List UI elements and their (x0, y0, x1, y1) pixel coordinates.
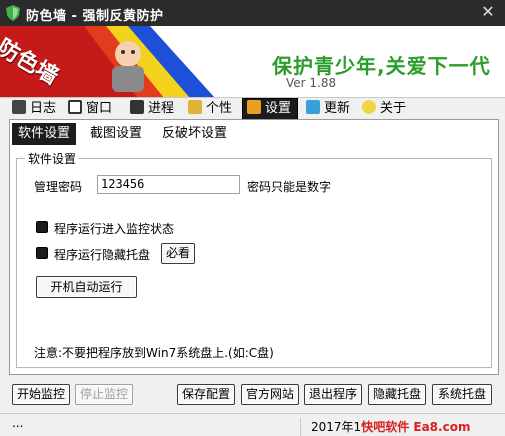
password-hint: 密码只能是数字 (247, 180, 332, 194)
monitor-checkbox-label: 程序运行进入监控状态 (54, 222, 175, 236)
status-date: 2017年1 (311, 420, 362, 434)
hide-tray-button[interactable]: 隐藏托盘 (368, 384, 426, 405)
close-button[interactable]: ✕ (479, 2, 497, 22)
hide-tray-checkbox[interactable] (36, 247, 48, 259)
version-label: Ver 1.88 (286, 76, 337, 90)
autostart-button[interactable]: 开机自动运行 (36, 276, 137, 298)
tab-log[interactable]: 日志 (10, 100, 56, 120)
save-config-button[interactable]: 保存配置 (177, 384, 235, 405)
subtab-screenshot-settings[interactable]: 截图设置 (84, 123, 148, 145)
log-icon (12, 100, 26, 114)
settings-panel: 软件设置 截图设置 反破坏设置 软件设置 管理密码 123456 密码只能是数字… (9, 119, 499, 375)
must-see-button[interactable]: 必看 (161, 243, 195, 264)
exit-button[interactable]: 退出程序 (304, 384, 362, 405)
banner: 防色墙 保护青少年,关爱下一代 Ver 1.88 (0, 26, 505, 98)
window-title: 防色墙 - 强制反黄防护 (26, 9, 164, 24)
personalize-icon (188, 100, 202, 114)
status-bar: ... 2017年1快吧软件 Ea8.com (0, 413, 505, 436)
watermark-tail: 8.com (429, 420, 471, 434)
shield-icon (6, 5, 20, 21)
note-text: 注意:不要把程序放到Win7系统盘上.(如:C盘) (34, 346, 274, 360)
update-icon (306, 100, 320, 114)
status-right: 2017年1快吧软件 Ea8.com (300, 418, 500, 436)
hide-tray-checkbox-label: 程序运行隐藏托盘 (54, 248, 151, 262)
system-tray-button[interactable]: 系统托盘 (432, 384, 492, 405)
watermark: 快吧软件 Ea (361, 420, 430, 434)
subtab-anti-tamper-settings[interactable]: 反破坏设置 (156, 123, 233, 145)
tab-about[interactable]: 关于 (360, 100, 406, 120)
tab-personalize[interactable]: 个性 (186, 100, 232, 120)
group-title: 软件设置 (25, 150, 80, 167)
subtab-software-settings[interactable]: 软件设置 (12, 123, 77, 145)
window-icon (68, 100, 82, 114)
monitor-checkbox[interactable] (36, 221, 48, 233)
process-icon (130, 100, 144, 114)
tab-window[interactable]: 窗口 (66, 100, 112, 120)
software-settings-group: 软件设置 管理密码 123456 密码只能是数字 程序运行进入监控状态 程序运行… (16, 150, 492, 368)
tab-process[interactable]: 进程 (128, 100, 174, 120)
official-website-button[interactable]: 官方网站 (241, 384, 299, 405)
start-monitor-button[interactable]: 开始监控 (12, 384, 70, 405)
title-bar: 防色墙 - 强制反黄防护 ✕ (0, 0, 505, 26)
about-icon (362, 100, 376, 114)
tab-settings[interactable]: 设置 (242, 98, 299, 120)
tab-update[interactable]: 更新 (304, 100, 350, 120)
main-tab-bar: 日志 窗口 进程 个性 设置 更新 关于 (10, 98, 505, 120)
password-input[interactable]: 123456 (97, 175, 240, 194)
status-left: ... (12, 416, 24, 430)
stop-monitor-button[interactable]: 停止监控 (75, 384, 133, 405)
banner-slogan: 保护青少年,关爱下一代 (272, 54, 491, 78)
password-label: 管理密码 (34, 180, 83, 194)
settings-icon (247, 100, 261, 114)
